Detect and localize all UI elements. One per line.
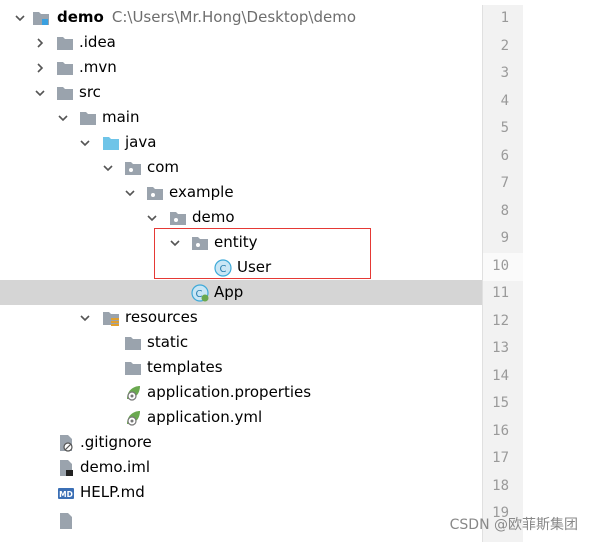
line-number: 15 (492, 395, 509, 411)
resources-folder-icon (102, 309, 120, 327)
svg-text:MD: MD (59, 490, 73, 499)
project-tree: demo C:\Users\Mr.Hong\Desktop\demo .idea … (0, 0, 482, 542)
tree-item-application-yml[interactable]: application.yml (0, 405, 482, 430)
line-number: 9 (500, 230, 509, 246)
tree-item-src[interactable]: src (0, 80, 482, 105)
chevron-down-icon[interactable] (79, 137, 91, 149)
tree-item-java[interactable]: java (0, 130, 482, 155)
tree-label: com (147, 158, 180, 176)
chevron-down-icon[interactable] (124, 187, 136, 199)
tree-item-mvn[interactable]: .mvn (0, 55, 482, 80)
tree-item-demo-package[interactable]: demo (0, 205, 482, 230)
tree-item-demo-iml[interactable]: demo.iml (0, 455, 482, 480)
folder-icon (124, 334, 142, 352)
tree-item-help-md[interactable]: MD HELP.md (0, 480, 482, 505)
folder-icon (124, 359, 142, 377)
line-number: 6 (500, 147, 509, 164)
tree-label: HELP.md (80, 483, 145, 501)
iml-file-icon (57, 459, 75, 477)
tree-label: .idea (79, 33, 116, 51)
tree-label: demo (192, 208, 235, 226)
tree-item-gitignore[interactable]: .gitignore (0, 430, 482, 455)
tree-label: .mvn (79, 58, 117, 76)
markdown-file-icon: MD (57, 484, 75, 502)
tree-item-demo-root[interactable]: demo C:\Users\Mr.Hong\Desktop\demo (0, 5, 482, 30)
line-number: 18 (492, 477, 509, 494)
line-number: 12 (492, 312, 509, 329)
line-number: 17 (492, 450, 509, 466)
tree-item-com[interactable]: com (0, 155, 482, 180)
watermark: CSDN @欧菲斯集团 (449, 517, 578, 533)
module-folder-icon (32, 9, 50, 27)
entity-highlight-box (154, 228, 371, 279)
folder-icon (56, 84, 74, 102)
tree-item-app-class[interactable]: C App (0, 280, 482, 305)
line-number: 2 (500, 37, 509, 54)
line-number: 14 (492, 367, 509, 384)
tree-item-resources[interactable]: resources (0, 305, 482, 330)
tree-label: resources (125, 308, 198, 326)
chevron-down-icon[interactable] (146, 212, 158, 224)
tree-item-templates[interactable]: templates (0, 355, 482, 380)
line-number: 16 (492, 422, 509, 439)
package-icon (146, 184, 164, 202)
line-number: 13 (492, 340, 509, 356)
tree-label: example (169, 183, 234, 201)
chevron-down-icon[interactable] (57, 112, 69, 124)
tree-label: App (214, 283, 244, 301)
line-number-gutter: 1 2 3 4 5 6 7 8 9 10 11 12 13 14 15 16 17 18 19 (482, 5, 523, 542)
line-number: 10 (492, 257, 509, 274)
spring-config-icon (124, 384, 142, 402)
chevron-down-icon[interactable] (14, 12, 26, 24)
folder-icon (79, 109, 97, 127)
tree-label: .gitignore (80, 433, 152, 451)
tree-item-idea[interactable]: .idea (0, 30, 482, 55)
chevron-down-icon[interactable] (34, 87, 46, 99)
line-number: 1 (500, 10, 509, 26)
tree-label: demo.iml (80, 458, 150, 476)
project-name-label: demo C:\Users\Mr.Hong\Desktop\demo (57, 8, 356, 26)
tree-label: src (79, 83, 101, 101)
chevron-down-icon[interactable] (102, 162, 114, 174)
line-number: 5 (500, 120, 509, 136)
package-icon (169, 209, 187, 227)
spring-config-icon (124, 409, 142, 427)
spring-boot-class-icon: C (191, 283, 209, 302)
file-icon (57, 512, 75, 530)
line-number: 8 (500, 202, 509, 219)
line-number: 3 (500, 65, 509, 81)
folder-icon (56, 34, 74, 52)
tree-label: templates (147, 358, 223, 376)
chevron-down-icon[interactable] (79, 312, 91, 324)
tree-label: static (147, 333, 189, 351)
svg-text:C: C (196, 289, 203, 300)
tree-item-static[interactable]: static (0, 330, 482, 355)
package-icon (124, 159, 142, 177)
tree-item-example[interactable]: example (0, 180, 482, 205)
source-folder-icon (102, 134, 120, 152)
folder-icon (56, 59, 74, 77)
tree-label: application.yml (147, 408, 263, 426)
line-number: 4 (500, 92, 509, 109)
project-path: C:\Users\Mr.Hong\Desktop\demo (111, 8, 356, 26)
tree-item-partial[interactable] (0, 505, 482, 542)
tree-item-application-properties[interactable]: application.properties (0, 380, 482, 405)
line-number: 11 (492, 285, 509, 301)
tree-label: application.properties (147, 383, 312, 401)
ignore-file-icon (57, 434, 75, 452)
tree-label: main (102, 108, 140, 126)
chevron-right-icon[interactable] (34, 37, 46, 49)
chevron-right-icon[interactable] (34, 62, 46, 74)
tree-item-main[interactable]: main (0, 105, 482, 130)
line-number: 7 (500, 175, 509, 191)
tree-label: java (125, 133, 157, 151)
